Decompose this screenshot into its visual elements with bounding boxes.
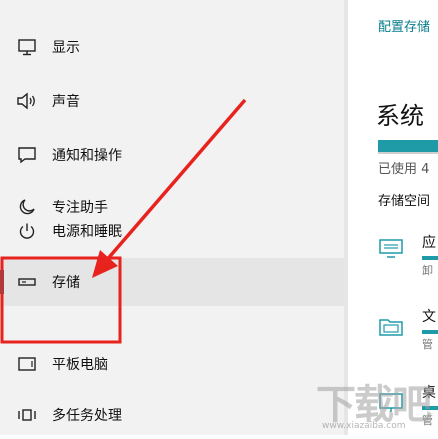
annotation-arrow-head [92, 250, 118, 278]
watermark-url: www.xiazaiba.com [322, 421, 406, 431]
annotation-arrow-shaft [103, 98, 247, 264]
annotation-overlay [0, 98, 247, 344]
